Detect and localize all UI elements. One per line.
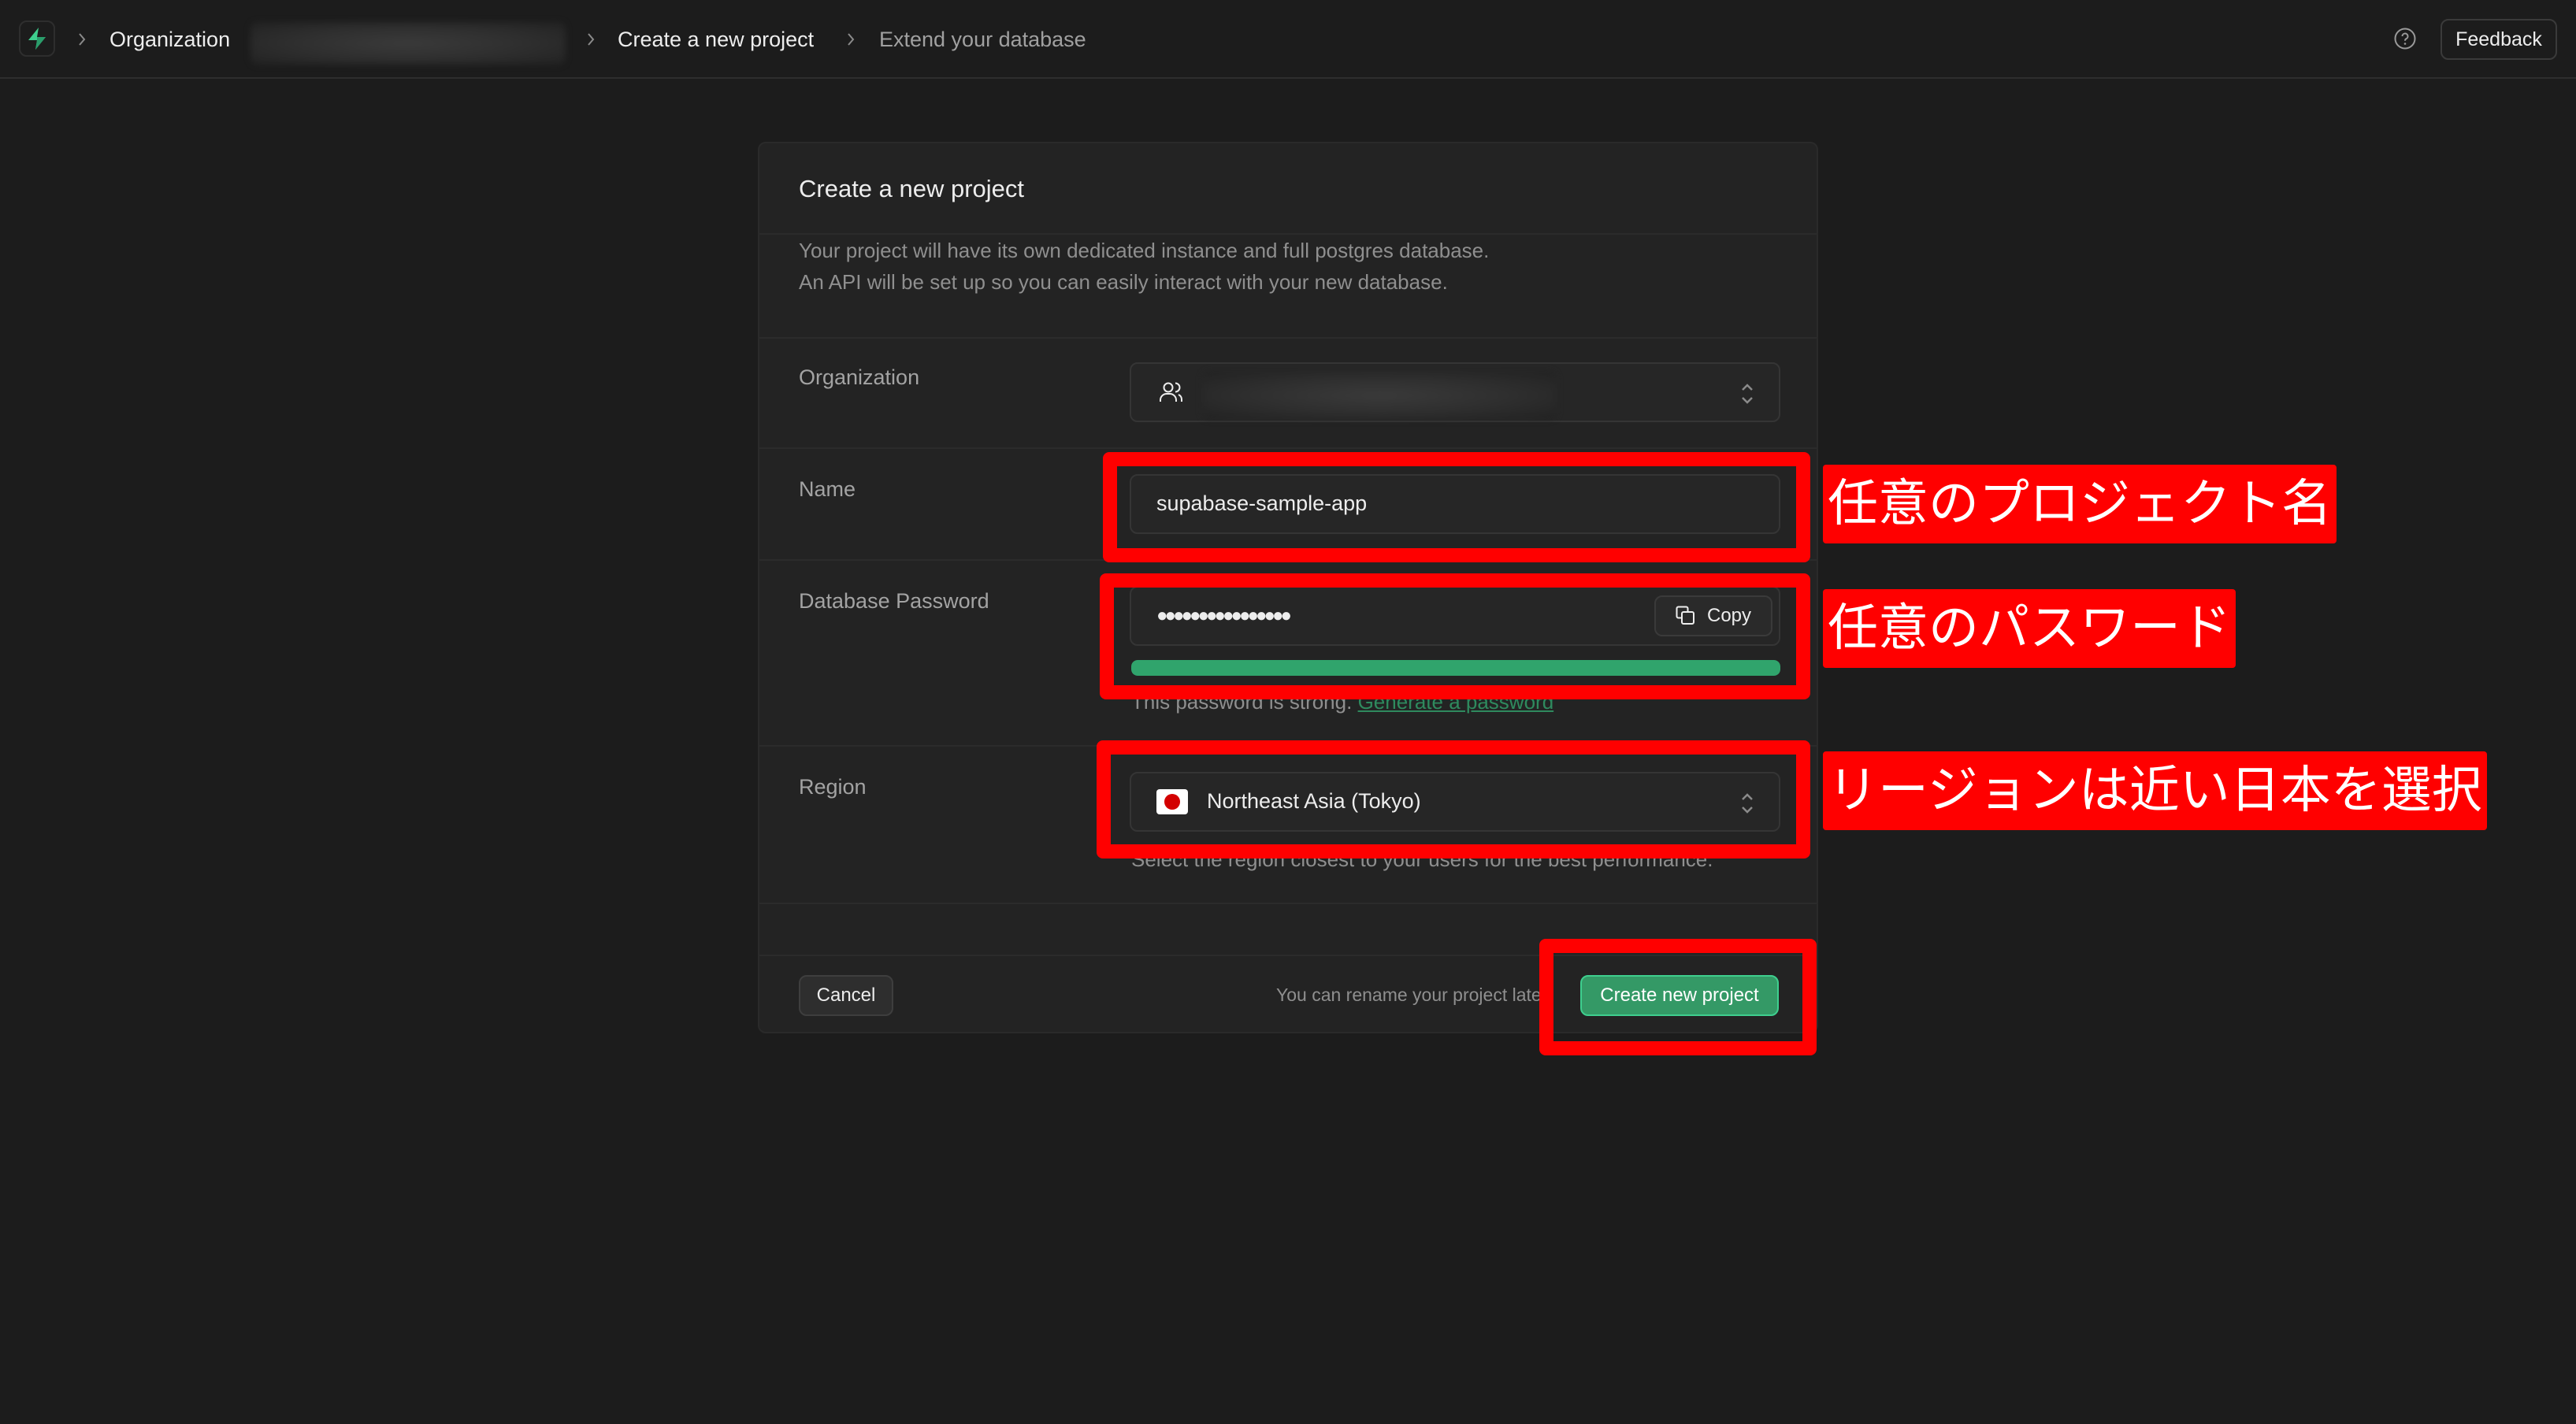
- divider: [759, 447, 1817, 449]
- cancel-button[interactable]: Cancel: [799, 975, 893, 1016]
- annotation-box-create-button: [1539, 939, 1817, 1055]
- breadcrumb-chevron-icon: [843, 25, 859, 54]
- supabase-logo-icon: [28, 28, 46, 50]
- annotation-label-name: 任意のプロジェクト名: [1823, 465, 2337, 543]
- breadcrumb-organization[interactable]: Organization: [109, 24, 230, 55]
- chevron-up-down-icon: [1742, 384, 1753, 404]
- annotation-label-region: リージョンは近い日本を選択: [1823, 751, 2487, 830]
- rename-note: You can rename your project later: [1276, 985, 1548, 1005]
- card-description-line-1: Your project will have its own dedicated…: [799, 239, 1490, 262]
- breadcrumb-create-project[interactable]: Create a new project: [618, 24, 814, 55]
- card-description-line-2: An API will be set up so you can easily …: [799, 270, 1448, 294]
- region-label: Region: [799, 775, 867, 799]
- redacted-organization-value: [1202, 372, 1557, 419]
- breadcrumb-chevron-icon: [74, 25, 90, 54]
- divider: [759, 337, 1817, 339]
- name-label: Name: [799, 477, 856, 501]
- card-title: Create a new project: [799, 175, 1025, 202]
- divider: [759, 903, 1817, 904]
- annotation-box-name: [1103, 452, 1810, 562]
- redacted-organization-name: [251, 22, 566, 65]
- annotation-box-password: [1100, 573, 1810, 699]
- supabase-logo-button[interactable]: [19, 20, 55, 57]
- annotation-label-password: 任意のパスワード: [1823, 589, 2236, 668]
- feedback-button[interactable]: Feedback: [2441, 19, 2557, 60]
- breadcrumb-chevron-icon: [583, 25, 599, 54]
- help-circle-icon[interactable]: [2393, 27, 2417, 50]
- annotation-box-region: [1097, 740, 1810, 858]
- organization-select[interactable]: [1130, 362, 1780, 422]
- top-navigation-bar: Organization Create a new project Extend…: [0, 0, 2576, 79]
- organization-label: Organization: [799, 365, 920, 389]
- database-password-label: Database Password: [799, 589, 989, 613]
- users-icon: [1160, 382, 1182, 402]
- breadcrumb-extend-database[interactable]: Extend your database: [879, 24, 1086, 55]
